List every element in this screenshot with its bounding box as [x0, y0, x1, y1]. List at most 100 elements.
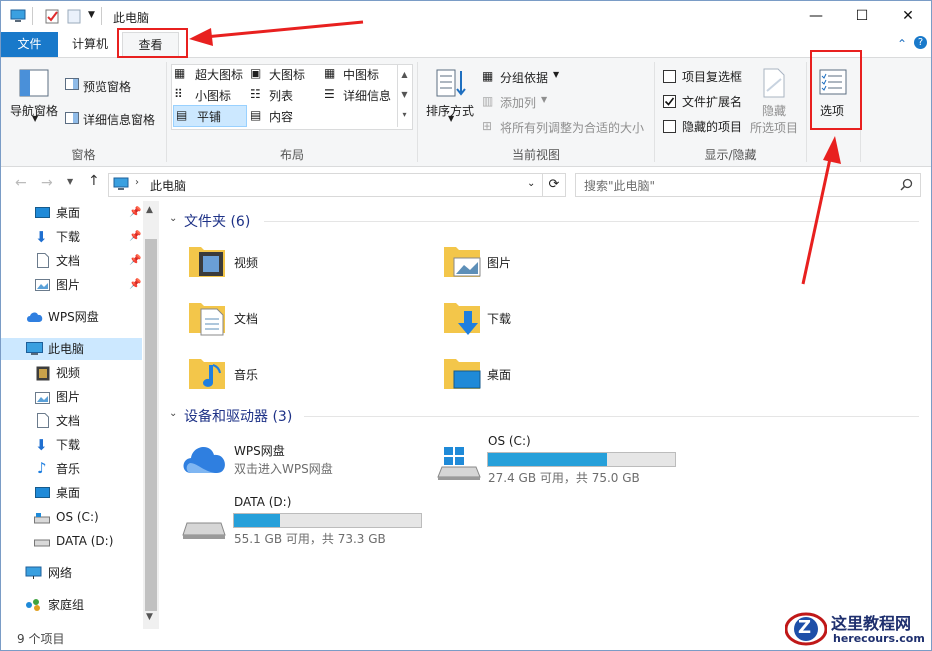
nav-item-videos[interactable]: 视频 — [56, 362, 80, 384]
group-by-dropdown-icon[interactable]: ▼ — [553, 70, 559, 79]
section-header-devices[interactable]: 设备和驱动器 (3) — [184, 406, 292, 426]
nav-item-drive-d[interactable]: DATA (D:) — [56, 530, 113, 552]
help-icon[interactable]: ? — [914, 36, 927, 49]
computer-icon — [26, 342, 43, 355]
hide-selected-button[interactable]: 所选项目 — [750, 119, 798, 136]
pin-icon[interactable]: 📌 — [129, 231, 141, 242]
layout-item-medium[interactable]: 中图标 — [343, 66, 379, 83]
layout-scroll[interactable]: ▲ ▼ ▾ — [397, 65, 411, 127]
layout-item-content[interactable]: 内容 — [269, 108, 293, 125]
minimize-button[interactable]: — — [793, 1, 839, 32]
folder-videos[interactable]: 视频 — [234, 254, 258, 271]
watermark-name: 这里教程网 — [831, 614, 912, 633]
download-icon: ⬇ — [35, 436, 48, 454]
pin-icon[interactable]: 📌 — [129, 207, 141, 218]
nav-item-documents[interactable]: 文档 — [56, 410, 80, 432]
homegroup-icon — [26, 599, 40, 611]
tab-computer[interactable]: 计算机 — [62, 32, 118, 57]
watermark-url: herecours.com — [833, 632, 925, 645]
sort-dropdown-icon[interactable]: ▼ — [448, 114, 454, 123]
nav-item-documents-pinned[interactable]: 文档 — [56, 250, 80, 272]
document-icon — [37, 413, 49, 428]
layout-item-list[interactable]: 列表 — [269, 87, 293, 104]
nav-item-desktop[interactable]: 桌面 — [56, 482, 80, 504]
network-icon — [25, 566, 42, 579]
add-column-button[interactable]: 添加列 — [500, 94, 536, 111]
nav-item-music[interactable]: 音乐 — [56, 458, 80, 480]
address-path: 此电脑 — [150, 179, 187, 193]
hide-button[interactable]: 隐藏 — [762, 102, 786, 119]
add-column-dropdown-icon[interactable]: ▼ — [541, 95, 547, 104]
collapse-ribbon-icon[interactable]: ⌃ — [897, 37, 907, 51]
pin-icon[interactable]: 📌 — [129, 279, 141, 290]
file-ext-checkbox[interactable] — [663, 95, 676, 108]
preview-pane-button[interactable]: 预览窗格 — [83, 78, 131, 95]
new-folder-icon[interactable] — [66, 8, 82, 24]
folder-music[interactable]: 音乐 — [234, 366, 258, 383]
drive-c-usage-bar — [487, 452, 676, 467]
hidden-items-checkbox[interactable] — [663, 120, 676, 133]
nav-item-network[interactable]: 网络 — [48, 562, 72, 584]
forward-arrow-icon[interactable]: → — [41, 175, 53, 191]
nav-item-downloads-pinned[interactable]: 下载 — [56, 226, 80, 248]
details-pane-button[interactable]: 详细信息窗格 — [83, 111, 155, 128]
address-dropdown-icon[interactable]: ⌄ — [527, 178, 535, 189]
ribbon: 导航窗格 ▼ 预览窗格 详细信息窗格 窗格 ▦ 超大图标 ▣ 大图标 ▦ 中图标… — [1, 58, 931, 167]
folder-pictures[interactable]: 图片 — [487, 254, 511, 271]
wps-drive-name[interactable]: WPS网盘 — [234, 442, 285, 459]
tiles-icon: ▤ — [176, 108, 188, 122]
nav-item-desktop-pinned[interactable]: 桌面 — [56, 202, 80, 224]
computer-icon — [113, 177, 129, 190]
qa-customize-icon[interactable]: ▼ — [88, 10, 95, 20]
nav-item-downloads[interactable]: 下载 — [56, 434, 80, 456]
folder-downloads[interactable]: 下载 — [487, 310, 511, 327]
layout-item-extra-large[interactable]: 超大图标 — [195, 66, 243, 83]
layout-item-large[interactable]: 大图标 — [269, 66, 305, 83]
address-bar[interactable]: › 此电脑 ⌄ — [108, 173, 543, 197]
cloud-icon — [27, 312, 43, 322]
up-arrow-icon[interactable]: ↑ — [88, 173, 100, 189]
scroll-up-icon[interactable]: ▲ — [146, 205, 153, 215]
properties-icon[interactable] — [44, 8, 60, 24]
desktop-folder-icon — [444, 359, 481, 389]
back-arrow-icon[interactable]: ← — [15, 175, 27, 191]
collapse-folders-icon[interactable]: ⌄ — [169, 213, 177, 224]
scroll-down-icon[interactable]: ▼ — [146, 612, 153, 622]
nav-item-pictures-pinned[interactable]: 图片 — [56, 274, 80, 296]
drive-d-name[interactable]: DATA (D:) — [234, 495, 291, 509]
tab-file[interactable]: 文件 — [1, 32, 58, 57]
layout-item-tiles[interactable]: 平铺 — [197, 108, 221, 125]
pin-icon[interactable]: 📌 — [129, 255, 141, 266]
nav-pane-dropdown-icon[interactable]: ▼ — [32, 114, 38, 123]
nav-item-pictures[interactable]: 图片 — [56, 386, 80, 408]
nav-scroll-thumb[interactable] — [145, 239, 157, 611]
item-checkbox-toggle[interactable] — [663, 70, 676, 83]
music-folder-icon — [189, 359, 225, 389]
group-by-button[interactable]: 分组依据 — [500, 69, 548, 86]
desktop-icon — [35, 207, 50, 218]
annotation-arrow-view-tab — [189, 20, 364, 46]
nav-item-this-pc[interactable]: 此电脑 — [48, 338, 84, 360]
search-input[interactable]: 搜索"此电脑" — [575, 173, 921, 197]
section-header-folders[interactable]: 文件夹 (6) — [184, 211, 250, 231]
layout-item-small[interactable]: 小图标 — [195, 87, 231, 104]
nav-item-wps[interactable]: WPS网盘 — [48, 306, 99, 328]
nav-item-drive-c[interactable]: OS (C:) — [56, 506, 99, 528]
breadcrumb-chevron-icon[interactable]: › — [135, 177, 139, 188]
search-icon[interactable] — [900, 178, 913, 191]
wps-cloud-icon — [183, 447, 225, 473]
refresh-icon[interactable]: ⟳ — [542, 173, 566, 197]
collapse-devices-icon[interactable]: ⌄ — [169, 408, 177, 419]
close-button[interactable]: ✕ — [885, 1, 931, 32]
fit-columns-button[interactable]: 将所有列调整为合适的大小 — [500, 119, 644, 136]
layout-item-details[interactable]: 详细信息 — [343, 87, 391, 104]
folder-desktop[interactable]: 桌面 — [487, 366, 511, 383]
drive-c-name[interactable]: OS (C:) — [488, 434, 531, 448]
drive-c-usage-fill — [488, 453, 607, 466]
maximize-button[interactable]: ☐ — [839, 1, 885, 32]
desktop-icon — [35, 487, 50, 498]
drive-c-icon — [34, 513, 50, 524]
nav-item-homegroup[interactable]: 家庭组 — [48, 594, 84, 616]
folder-documents[interactable]: 文档 — [234, 310, 258, 327]
recent-locations-icon[interactable]: ▼ — [67, 177, 73, 186]
